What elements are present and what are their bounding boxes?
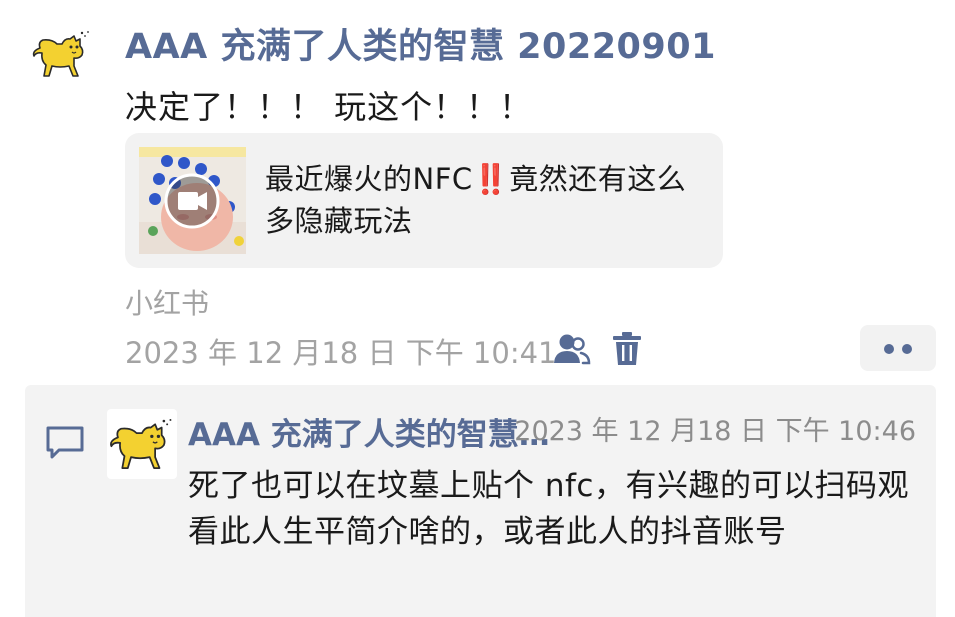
- shared-link-card[interactable]: 最近爆火的NFC‼️竟然还有这么多隐藏玩法: [125, 133, 723, 268]
- yellow-cat-icon: [32, 31, 89, 77]
- video-thumbnail: [139, 147, 246, 254]
- comment-text[interactable]: 死了也可以在坟墓上贴个 nfc，有兴趣的可以扫码观看此人生平简介啥的，或者此人的…: [188, 463, 923, 555]
- moments-post: AAA 充满了人类的智慧 20220901 决定了！！！ 玩这个！！！ 最近爆火…: [0, 0, 955, 617]
- trash-icon[interactable]: [612, 331, 642, 367]
- more-dots-icon[interactable]: [860, 325, 936, 371]
- video-camera-icon: [164, 173, 220, 229]
- comment-icon: [45, 425, 85, 461]
- post-text: 决定了！！！ 玩这个！！！: [125, 88, 533, 126]
- friends-icon[interactable]: [553, 332, 591, 368]
- yellow-cat-icon: [110, 418, 172, 469]
- post-author-name[interactable]: AAA 充满了人类的智慧 20220901: [125, 18, 716, 69]
- comment-author-avatar[interactable]: [107, 409, 177, 479]
- comment-author-name[interactable]: AAA 充满了人类的智慧 20220901: [188, 409, 550, 454]
- post-timestamp: 2023 年 12 月18 日 下午 10:41: [125, 336, 557, 370]
- comment-timestamp: 2023 年 12 月18 日 下午 10:46: [514, 416, 916, 447]
- link-card-title: 最近爆火的NFC‼️竟然还有这么多隐藏玩法: [265, 162, 687, 238]
- comments-section: AAA 充满了人类的智慧 20220901 2023 年 12 月18 日 下午…: [25, 385, 936, 617]
- post-source[interactable]: 小红书: [125, 282, 209, 322]
- author-avatar[interactable]: [30, 22, 94, 86]
